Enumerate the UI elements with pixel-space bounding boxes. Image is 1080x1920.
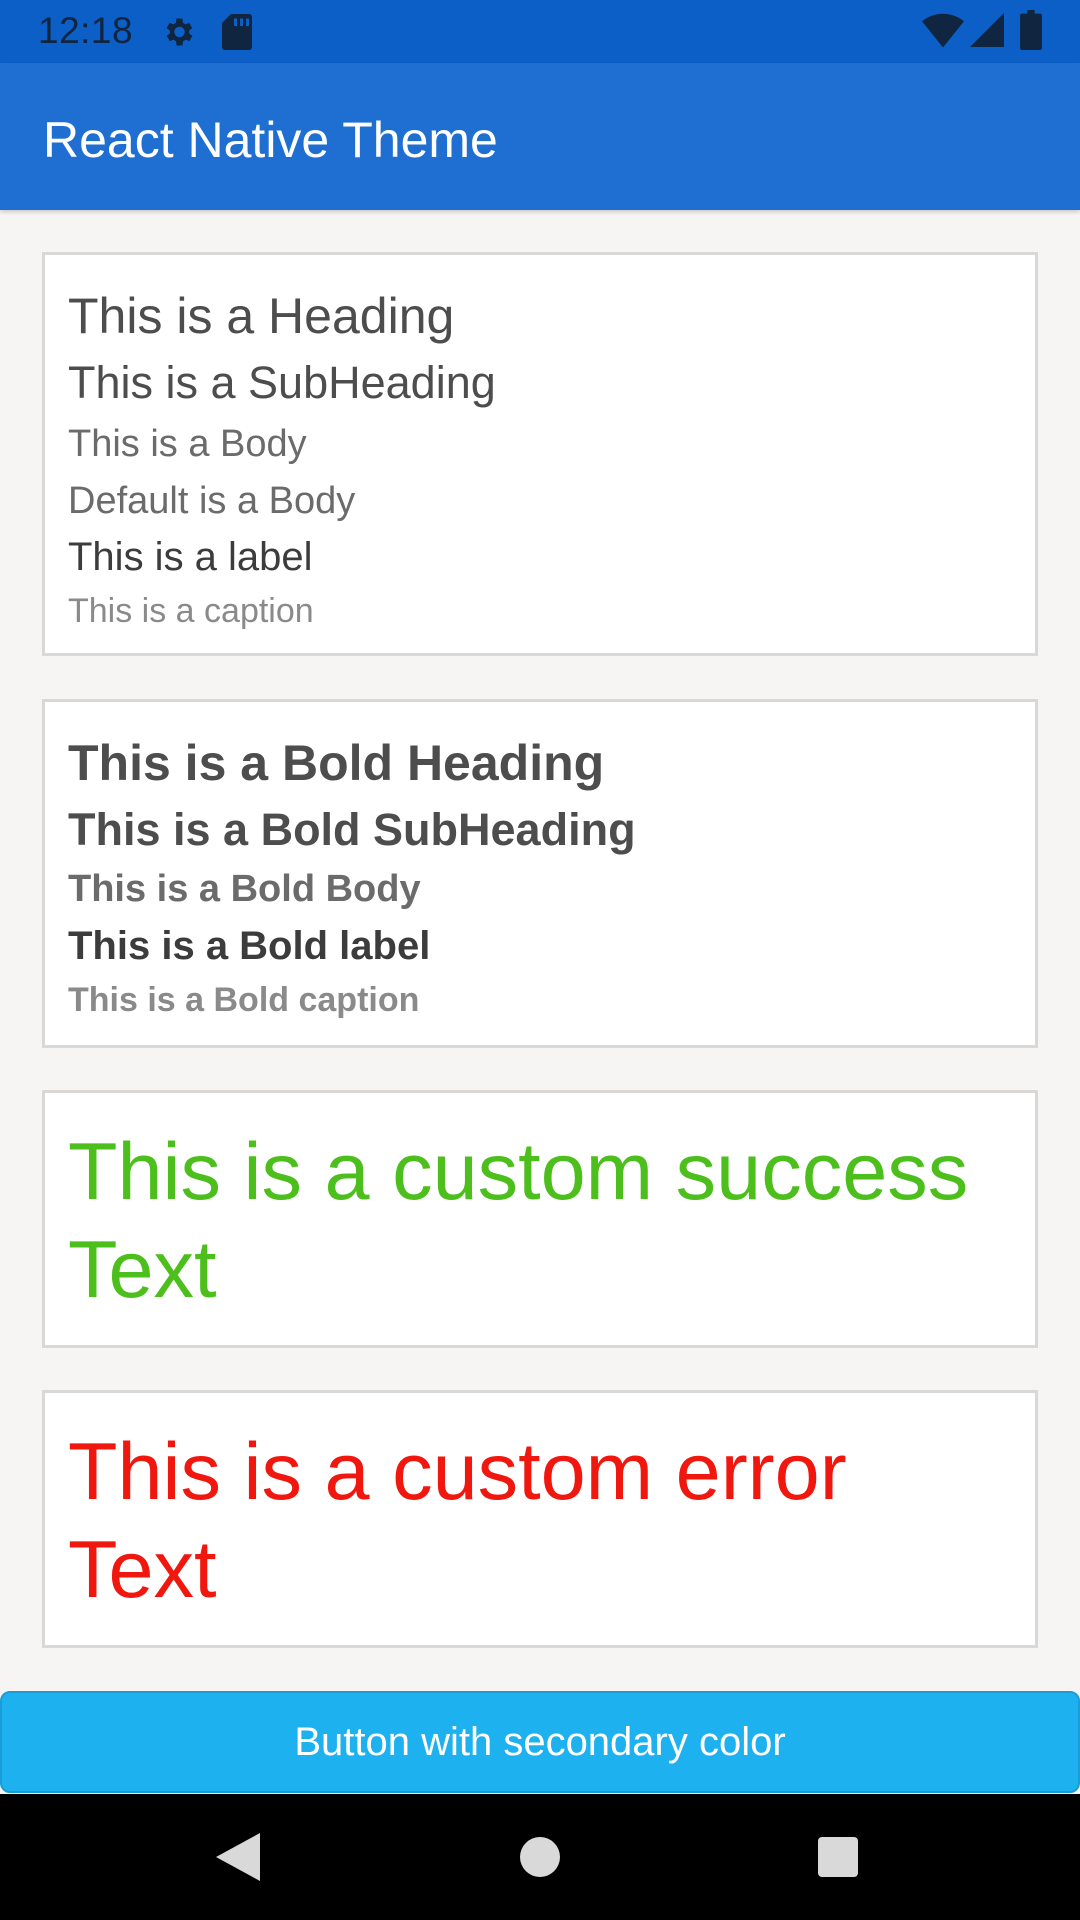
secondary-color-button[interactable]: Button with secondary color — [0, 1691, 1080, 1793]
typography-card: This is a Heading This is a SubHeading T… — [42, 252, 1038, 656]
recents-icon — [818, 1837, 858, 1877]
back-icon — [216, 1833, 260, 1881]
subheading-text: This is a SubHeading — [68, 357, 496, 408]
bold-heading-text: This is a Bold Heading — [68, 735, 605, 791]
recents-button[interactable] — [778, 1794, 898, 1920]
error-text: This is a custom error Text — [68, 1427, 847, 1615]
wifi-icon — [922, 12, 964, 53]
app-title: React Native Theme — [43, 112, 498, 168]
heading-text: This is a Heading — [68, 288, 455, 344]
sd-card-icon — [222, 14, 252, 55]
cell-signal-icon — [970, 12, 1004, 53]
bold-subheading-text: This is a Bold SubHeading — [68, 804, 636, 855]
bold-caption-text: This is a Bold caption — [68, 981, 420, 1019]
app-bar: React Native Theme — [0, 63, 1080, 210]
error-card: This is a custom error Text — [42, 1390, 1038, 1648]
gear-icon — [160, 14, 196, 55]
home-icon — [520, 1837, 560, 1877]
back-button[interactable] — [178, 1794, 298, 1920]
bold-label-text: This is a Bold label — [68, 924, 431, 968]
battery-icon — [1020, 10, 1042, 55]
success-text: This is a custom success Text — [68, 1127, 969, 1315]
body-text: This is a Body — [68, 423, 307, 465]
status-time: 12:18 — [38, 10, 134, 51]
screen: 12:18 React Native Theme This is a Headi… — [0, 0, 1080, 1920]
default-body-text: Default is a Body — [68, 480, 356, 522]
home-button[interactable] — [480, 1794, 600, 1920]
status-bar: 12:18 — [0, 0, 1080, 63]
success-card: This is a custom success Text — [42, 1090, 1038, 1348]
navigation-bar — [0, 1794, 1080, 1920]
caption-text: This is a caption — [68, 592, 314, 630]
bold-typography-card: This is a Bold Heading This is a Bold Su… — [42, 699, 1038, 1048]
bold-body-text: This is a Bold Body — [68, 868, 421, 910]
label-text: This is a label — [68, 535, 313, 579]
